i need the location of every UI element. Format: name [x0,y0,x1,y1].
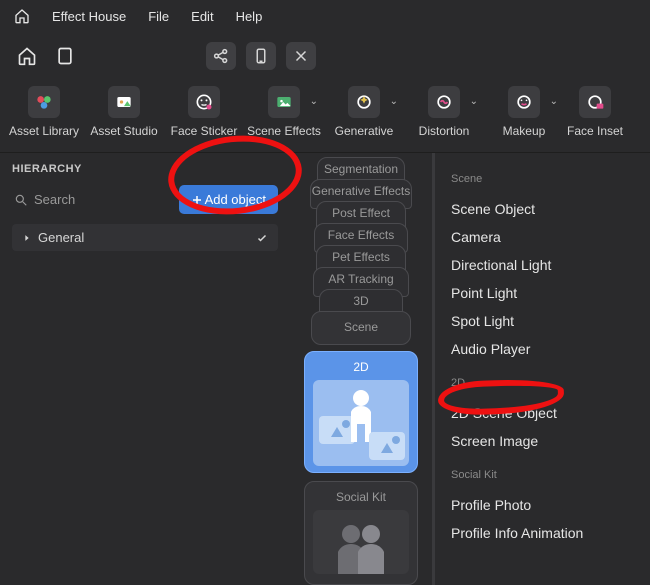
tool-label: Asset Library [9,124,79,138]
menu-item-edit[interactable]: Edit [191,9,213,24]
tool-label: Asset Studio [90,124,157,138]
stack-selected-label: 2D [353,360,368,374]
tree-item-label: General [38,230,84,245]
tree-item-general[interactable]: General [12,224,278,251]
tool-label: Face Inset [567,124,623,138]
tool-label: Face Sticker [171,124,238,138]
menu-item-effect-house[interactable]: Effect House [52,9,126,24]
hierarchy-title: HIERARCHY [12,163,278,175]
generative-icon [348,86,380,118]
home-nav-icon[interactable] [14,43,40,69]
tool-distortion[interactable]: ⌄ Distortion [404,86,484,138]
search-input[interactable]: Search [12,188,171,211]
asset-library-icon [28,86,60,118]
chevron-down-icon: ⌄ [390,96,398,107]
stack-2d-thumb [313,380,409,466]
list-item[interactable]: Camera [451,223,634,251]
list-item[interactable]: Spot Light [451,307,634,335]
tool-asset-studio[interactable]: Asset Studio [84,86,164,138]
center-tool-group [206,42,316,70]
tool-label: Distortion [419,124,470,138]
tools-icon[interactable] [286,42,316,70]
hierarchy-panel: HIERARCHY Search Add object General [0,153,290,585]
face-sticker-icon [188,86,220,118]
tool-face-inset[interactable]: Face Inset [564,86,626,138]
plus-icon [191,194,203,206]
distortion-icon [428,86,460,118]
list-item[interactable]: Profile Info Animation [451,519,634,547]
menu-item-help[interactable]: Help [236,9,263,24]
stack-item-social-kit[interactable]: Social Kit [304,481,418,585]
list-item-screen-image[interactable]: Screen Image [451,427,634,455]
stack-item-selected[interactable]: 2D [304,351,418,473]
add-object-label: Add object [205,192,266,207]
list-item[interactable]: Point Light [451,279,634,307]
nav-toolbar [0,32,650,80]
picture-icon [369,432,405,460]
tool-label: Scene Effects [247,124,321,138]
stack-below-label: Social Kit [336,490,386,504]
tool-generative[interactable]: ⌄ Generative [324,86,404,138]
tool-asset-library[interactable]: Asset Library [4,86,84,138]
chevron-down-icon: ⌄ [550,96,558,107]
list-item[interactable]: Profile Photo [451,491,634,519]
object-list-panel: Scene Scene Object Camera Directional Li… [432,153,650,585]
list-item[interactable]: Directional Light [451,251,634,279]
device-preview-icon[interactable] [52,43,78,69]
tool-makeup[interactable]: ⌄ Makeup [484,86,564,138]
menu-bar: Effect House File Edit Help [0,0,650,32]
face-inset-icon [579,86,611,118]
scene-effects-icon [268,86,300,118]
tool-face-sticker[interactable]: Face Sticker [164,86,244,138]
tool-label: Makeup [503,124,546,138]
menu-item-file[interactable]: File [148,9,169,24]
section-title: Social Kit [451,469,634,481]
section-title: Scene [451,173,634,185]
tool-label: Generative [335,124,394,138]
phone-icon[interactable] [246,42,276,70]
list-item[interactable]: 2D Scene Object [451,399,634,427]
share-icon[interactable] [206,42,236,70]
chevron-down-icon: ⌄ [310,96,318,107]
chevron-right-icon [22,233,32,243]
check-icon [256,232,268,244]
search-placeholder: Search [34,192,75,207]
social-kit-thumb [313,510,409,574]
stack-item[interactable]: Scene [311,311,411,345]
home-icon[interactable] [14,8,30,24]
category-stack: Segmentation Generative Effects Post Eff… [290,153,432,585]
chevron-down-icon: ⌄ [470,96,478,107]
makeup-icon [508,86,540,118]
main-area: HIERARCHY Search Add object General Segm… [0,153,650,585]
tool-scene-effects[interactable]: ⌄ Scene Effects [244,86,324,138]
add-object-button[interactable]: Add object [179,185,278,214]
tool-shelf: Asset Library Asset Studio Face Sticker … [0,80,650,153]
people-icon [331,520,391,574]
list-item[interactable]: Scene Object [451,195,634,223]
list-item[interactable]: Audio Player [451,335,634,363]
section-title: 2D [451,377,634,389]
search-icon [14,193,28,207]
asset-studio-icon [108,86,140,118]
